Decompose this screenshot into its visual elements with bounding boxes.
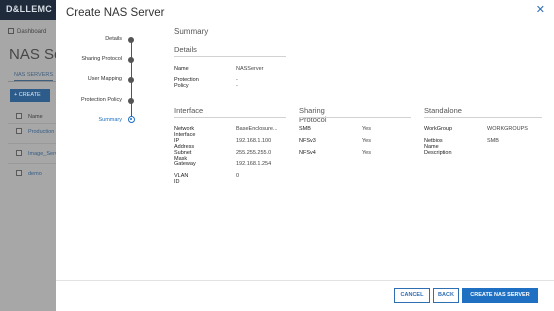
workgroup-value: WORKGROUPS: [487, 126, 528, 132]
step-summary-dot[interactable]: [127, 116, 135, 123]
protection-policy-value: --: [236, 77, 238, 89]
create-button: + CREATE: [10, 89, 50, 102]
description-label: Description: [424, 150, 452, 156]
vlan-id-label: VLAN ID: [174, 173, 189, 185]
row-name: demo: [28, 171, 42, 177]
netbios-name-label: Netbios Name: [424, 138, 443, 150]
nfsv4-label: NFSv4: [299, 150, 316, 156]
nfsv3-value: Yes: [362, 138, 371, 144]
step-summary-label[interactable]: Summary: [56, 117, 122, 123]
sharing-protocol-heading: Sharing Protocol: [299, 106, 327, 124]
table-row: demo: [16, 170, 42, 177]
breadcrumb-label: Dashboard: [17, 29, 47, 35]
step-user-mapping-label[interactable]: User Mapping: [56, 76, 122, 82]
netbios-name-value: SMB: [487, 138, 499, 144]
dashboard-icon: [8, 28, 14, 34]
back-button[interactable]: BACK: [433, 288, 459, 303]
name-label: Name: [174, 66, 189, 72]
gateway-value: 192.168.1.254: [236, 161, 272, 167]
row-divider: [8, 123, 56, 124]
gateway-label: Gateway: [174, 161, 196, 167]
step-protection-policy-label[interactable]: Protection Policy: [56, 97, 122, 103]
row-name: Production: [28, 129, 55, 135]
create-nas-server-button[interactable]: CREATE NAS SERVER: [462, 288, 538, 303]
step-details-label[interactable]: Details: [56, 36, 122, 42]
dialog-title: Create NAS Server: [66, 7, 165, 19]
nfsv3-label: NFSv3: [299, 138, 316, 144]
checkbox: [16, 113, 22, 119]
summary-heading: Summary: [174, 27, 209, 36]
tab-divider: [8, 81, 56, 82]
vlan-id-value: 0: [236, 173, 240, 179]
smb-value: Yes: [362, 126, 371, 132]
interface-heading: Interface: [174, 106, 204, 115]
standalone-heading: Standalone: [424, 106, 462, 115]
details-divider: [174, 56, 286, 57]
footer-divider: [56, 280, 554, 281]
network-interface-value: BaseEnclosure...: [236, 126, 278, 132]
checkbox: [16, 150, 22, 156]
step-sharing-protocol-dot[interactable]: [128, 57, 134, 63]
column-header-name: Name: [28, 114, 43, 120]
ip-address-label: IP Address: [174, 138, 195, 150]
checkbox: [16, 170, 22, 176]
ip-address-value: 192.168.1.100: [236, 138, 272, 144]
row-divider: [8, 143, 56, 144]
interface-divider: [174, 117, 286, 118]
nfsv4-value: Yes: [362, 150, 371, 156]
close-icon[interactable]: ✕: [536, 5, 545, 16]
create-nas-server-dialog: Create NAS Server ✕ Details Sharing Prot…: [56, 0, 554, 311]
network-interface-label: Network Interface: [174, 126, 196, 138]
checkbox: [16, 128, 22, 134]
breadcrumb: Dashboard: [8, 28, 46, 35]
step-protection-policy-dot[interactable]: [128, 98, 134, 104]
step-sharing-protocol-label[interactable]: Sharing Protocol: [56, 56, 122, 62]
name-value: NASServer: [236, 66, 264, 72]
standalone-divider: [424, 117, 542, 118]
smb-label: SMB: [299, 126, 311, 132]
brand-logo: D&LLEMC: [6, 4, 53, 14]
cancel-button[interactable]: CANCEL: [394, 288, 430, 303]
subnet-mask-value: 255.255.255.0: [236, 150, 272, 156]
step-details-dot[interactable]: [128, 37, 134, 43]
tab-nas-servers: NAS SERVERS: [14, 72, 54, 81]
sharing-divider: [299, 117, 411, 118]
row-divider: [8, 163, 56, 164]
step-user-mapping-dot[interactable]: [128, 77, 134, 83]
details-heading: Details: [174, 45, 197, 54]
table-header: Name: [16, 113, 43, 120]
workgroup-label: WorkGroup: [424, 126, 453, 132]
table-row: Production: [16, 128, 54, 135]
protection-policy-label: Protection Policy: [174, 77, 199, 89]
